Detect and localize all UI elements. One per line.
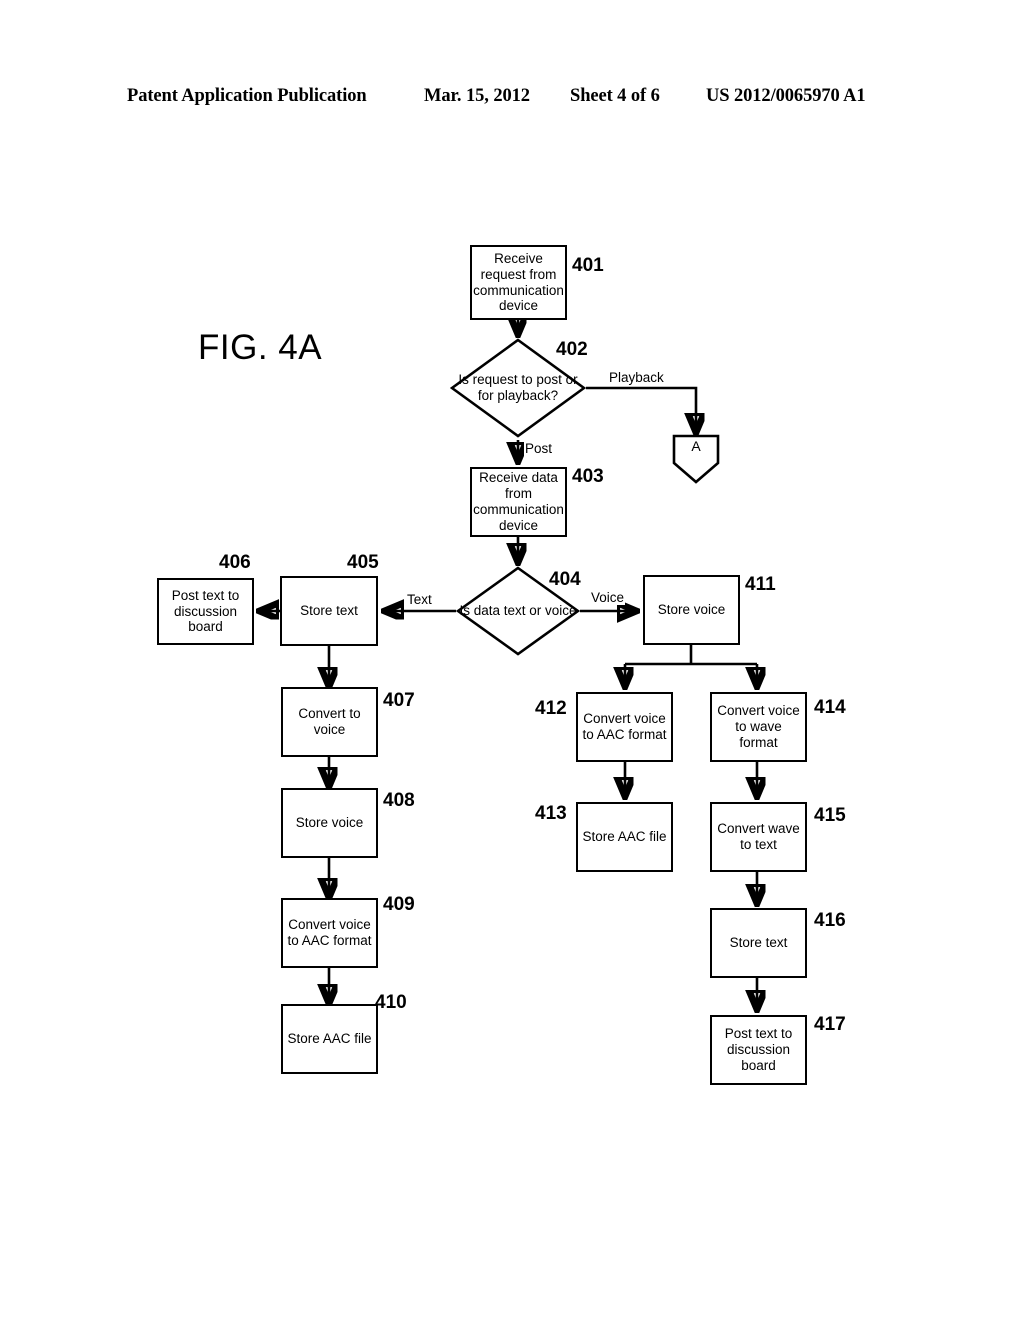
node-416-store-text: Store text [710,908,807,978]
offpage-connector-a: A [672,434,720,484]
node-403-label: Receive data from communication device [473,470,564,533]
edge-label-text: Text [406,592,433,607]
refnum-413: 413 [535,803,567,824]
node-403-receive-data: Receive data from communication device [470,467,567,537]
refnum-411: 411 [745,574,776,595]
node-414-convert-voice-wave: Convert voice to wave format [710,692,807,762]
header-date: Mar. 15, 2012 [424,86,530,106]
refnum-401: 401 [572,255,604,276]
offpage-connector-a-label: A [691,438,701,454]
edge-label-voice: Voice [590,590,626,605]
refnum-404: 404 [549,569,581,590]
node-410-label: Store AAC file [287,1031,372,1047]
refnum-410: 410 [375,992,407,1013]
refnum-408: 408 [383,790,415,811]
node-405-store-text: Store text [280,576,378,646]
node-414-label: Convert voice to wave format [717,703,800,750]
node-415-convert-wave-to-text: Convert wave to text [710,802,807,872]
node-413-store-aac-file: Store AAC file [576,802,673,872]
node-411-label: Store voice [657,602,726,618]
header-patent-number: US 2012/0065970 A1 [706,86,866,106]
refnum-415: 415 [814,805,846,826]
node-407-label: Convert to voice [298,706,361,737]
refnum-414: 414 [814,697,846,718]
edge-label-playback: Playback [608,370,665,385]
node-406-label: Post text to discussion board [171,587,240,635]
node-407-convert-to-voice: Convert to voice [281,687,378,757]
node-408-label: Store voice [295,815,364,831]
edge-label-post: Post [524,441,554,456]
node-411-store-voice: Store voice [643,575,740,645]
node-409-label: Convert voice to AAC format [287,917,372,948]
refnum-406: 406 [219,552,251,573]
refnum-402: 402 [556,339,588,360]
node-416-label: Store text [729,935,788,951]
node-417-post-text-discussion-board: Post text to discussion board [710,1015,807,1085]
node-405-label: Store text [300,603,358,619]
node-413-label: Store AAC file [582,829,667,845]
node-410-store-aac-file: Store AAC file [281,1004,378,1074]
refnum-412: 412 [535,698,567,719]
node-401-label: Receive request from communication devic… [473,250,564,314]
flowchart-connectors [0,0,1024,1320]
page-header: Patent Application Publication Mar. 15, … [0,86,1024,116]
refnum-409: 409 [383,894,415,915]
node-412-convert-voice-aac: Convert voice to AAC format [576,692,673,762]
refnum-416: 416 [814,910,846,931]
figure-label: FIG. 4A [198,328,323,367]
refnum-403: 403 [572,466,604,487]
header-publication-title: Patent Application Publication [127,86,367,106]
node-408-store-voice: Store voice [281,788,378,858]
refnum-405: 405 [347,552,379,573]
node-401-receive-request: Receive request from communication devic… [470,245,567,320]
node-415-label: Convert wave to text [717,821,800,852]
node-406-post-text-discussion-board: Post text to discussion board [157,578,254,645]
node-409-convert-voice-aac: Convert voice to AAC format [281,898,378,968]
refnum-417: 417 [814,1014,846,1035]
refnum-407: 407 [383,690,415,711]
node-417-label: Post text to discussion board [724,1026,793,1073]
header-sheet-number: Sheet 4 of 6 [570,86,660,106]
node-412-label: Convert voice to AAC format [582,711,667,742]
